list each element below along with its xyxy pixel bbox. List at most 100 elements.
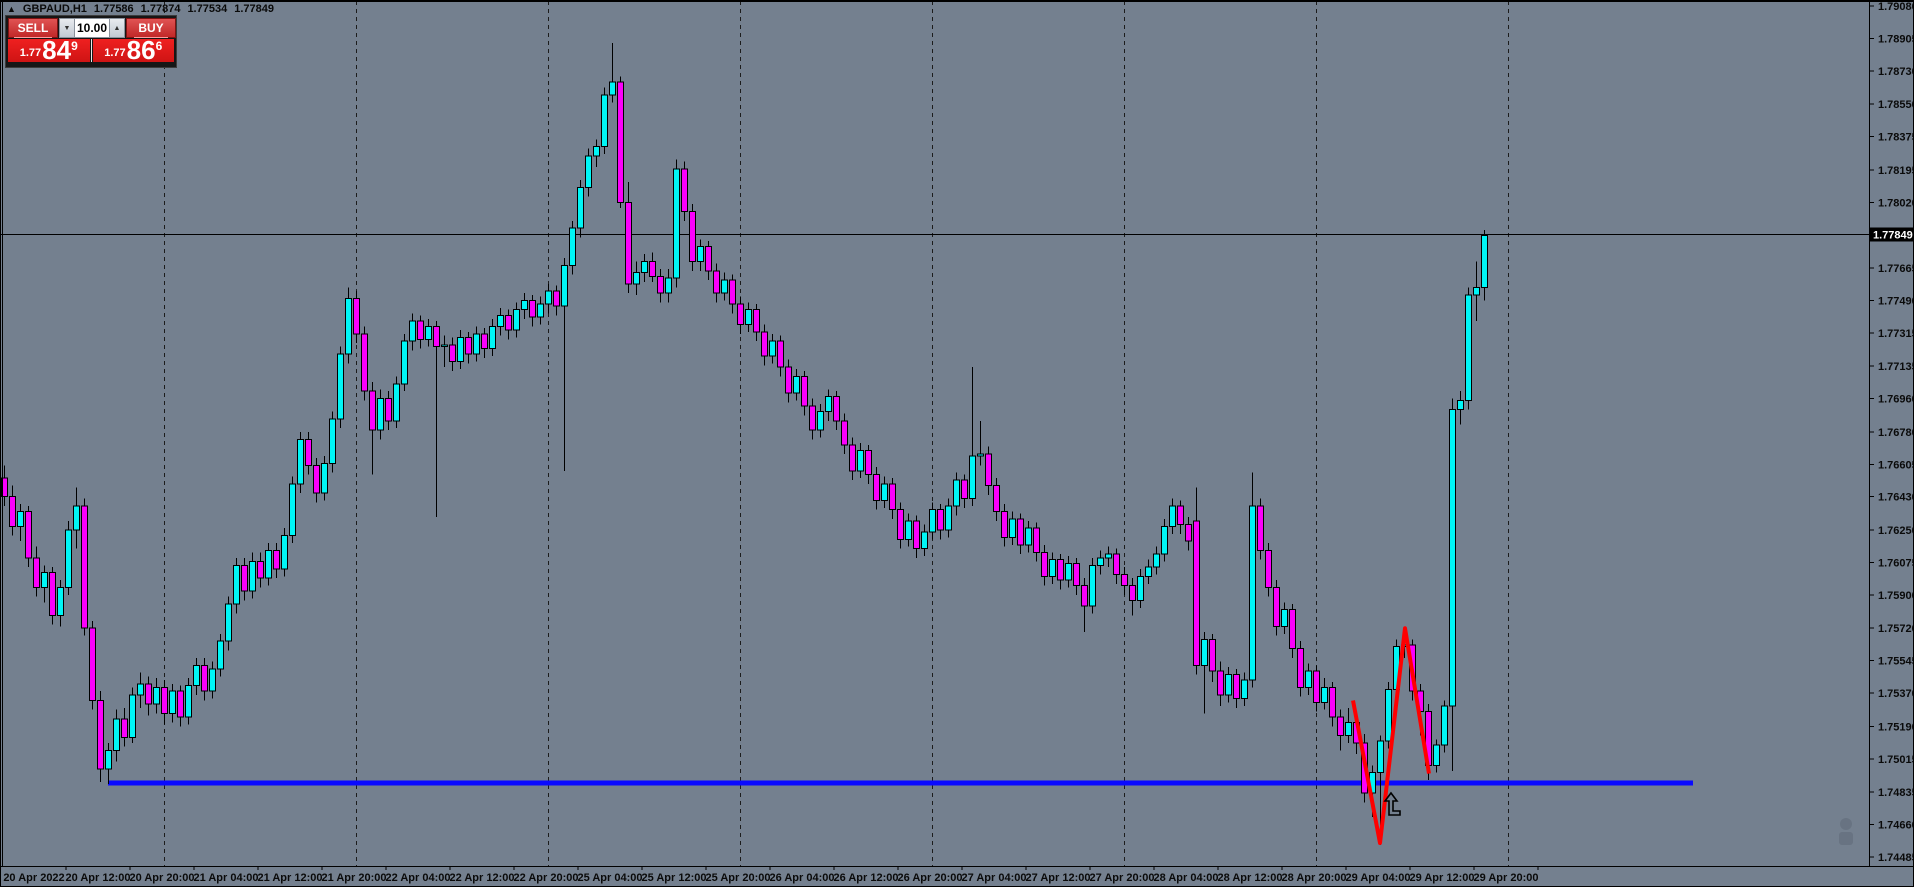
candle-body	[633, 272, 640, 285]
candle-body	[1377, 740, 1384, 774]
candle-body	[1337, 716, 1344, 737]
candle-body	[473, 333, 480, 355]
candle-body	[1177, 505, 1184, 526]
candle-body	[537, 303, 544, 318]
candle-body	[1145, 566, 1152, 577]
candle-body	[417, 320, 424, 340]
candle-body	[705, 246, 712, 272]
price-axis-label: 1.79080	[1878, 1, 1914, 13]
candle-body	[209, 668, 216, 692]
candle-body	[1065, 562, 1072, 581]
volume-input[interactable]	[75, 18, 109, 38]
candle-body	[281, 535, 288, 570]
candle-body	[665, 277, 672, 294]
collapse-panel-icon[interactable]: ▲	[7, 4, 16, 14]
candle-body	[689, 211, 696, 263]
candle-body	[897, 509, 904, 540]
chart-canvas[interactable]: 1.79080 1.78905 1.78730 1.78550 1.78375 1.781…	[1, 1, 1914, 887]
candle-body	[449, 344, 456, 363]
candle-body	[1313, 670, 1320, 703]
price-axis-label: 1.75545	[1878, 656, 1914, 668]
candle-body	[337, 353, 344, 420]
candle-body	[241, 564, 248, 592]
time-axis-label: 28 Apr 20:00	[1281, 872, 1346, 884]
candle-body	[233, 564, 240, 605]
candle-body	[393, 383, 400, 422]
candle-body	[825, 396, 832, 413]
candle-body	[1257, 505, 1264, 551]
candle-body	[929, 509, 936, 533]
candle-body	[177, 690, 184, 718]
buy-price-button[interactable]: 1.77 86 6	[92, 37, 174, 63]
candle-body	[601, 94, 608, 148]
quote-high: 1.77874	[140, 3, 181, 15]
volume-increase-button[interactable]: ▲	[109, 18, 125, 38]
time-axis-label: 20 Apr 20:00	[129, 872, 194, 884]
price-axis-label: 1.75370	[1878, 688, 1914, 700]
candle-body	[129, 694, 136, 738]
candle-body	[577, 186, 584, 229]
candle-body	[945, 505, 952, 531]
candle-body	[409, 320, 416, 342]
candle-body	[617, 81, 624, 203]
candle-body	[985, 453, 992, 487]
candle-body	[865, 449, 872, 476]
quote-bar: ▲ GBPAUD,H1 1.77586 1.77874 1.77534 1.77…	[7, 3, 274, 15]
price-axis-label: 1.75190	[1878, 721, 1914, 733]
candle-body	[81, 505, 88, 629]
candle-body	[1457, 399, 1464, 411]
candle-body	[49, 572, 56, 616]
candle-body	[1209, 638, 1216, 672]
candle-body	[225, 603, 232, 642]
candle-body	[1225, 674, 1232, 696]
candle-body	[1345, 722, 1352, 737]
time-axis-label: 25 Apr 12:00	[641, 872, 706, 884]
candle-body	[457, 336, 464, 363]
broker-watermark-icon	[1839, 818, 1853, 845]
candle-body	[561, 264, 568, 307]
candle-body	[433, 325, 440, 348]
sell-price-button[interactable]: 1.77 84 9	[8, 37, 90, 63]
price-divider	[90, 39, 92, 62]
candle-body	[545, 290, 552, 305]
price-axis-label: 1.77665	[1878, 263, 1914, 275]
time-axis-label: 29 Apr 20:00	[1473, 872, 1538, 884]
candle-body	[313, 464, 320, 494]
candle-body	[201, 664, 208, 692]
candle-body	[817, 411, 824, 431]
mt4-chart-window: 1.79080 1.78905 1.78730 1.78550 1.78375 1.781…	[0, 0, 1914, 887]
candle-body	[25, 511, 32, 559]
candle-body	[89, 627, 96, 701]
candle-body	[217, 640, 224, 670]
candle-body	[1113, 553, 1120, 576]
candle-body	[1105, 553, 1112, 559]
candle-body	[401, 340, 408, 385]
price-axis-label: 1.78375	[1878, 132, 1914, 144]
candle-body	[993, 485, 1000, 513]
time-axis-label: 20 Apr 2022	[3, 872, 64, 884]
candle-body	[681, 168, 688, 213]
price-axis-label: 1.76250	[1878, 525, 1914, 537]
candle-body	[593, 146, 600, 157]
price-axis-label: 1.74660	[1878, 820, 1914, 832]
price-axis-label: 1.78020	[1878, 197, 1914, 209]
candle-body	[329, 418, 336, 464]
candle-body	[145, 683, 152, 705]
candle-body	[1193, 520, 1200, 666]
time-axis-label: 22 Apr 04:00	[385, 872, 450, 884]
candle-body	[769, 340, 776, 357]
candle-body	[33, 557, 40, 588]
candle-body	[1033, 527, 1040, 553]
price-axis-label: 1.76960	[1878, 394, 1914, 406]
candle-body	[913, 520, 920, 550]
candle-body	[1169, 505, 1176, 527]
time-axis-label: 26 Apr 20:00	[897, 872, 962, 884]
candle-body	[761, 331, 768, 357]
quote-open: 1.77586	[93, 3, 134, 15]
candle-body	[889, 483, 896, 511]
price-axis-label: 1.78195	[1878, 165, 1914, 177]
candle-body	[105, 749, 112, 770]
candle-body	[297, 438, 304, 485]
candle-body	[361, 333, 368, 392]
time-axis-label: 28 Apr 04:00	[1153, 872, 1218, 884]
